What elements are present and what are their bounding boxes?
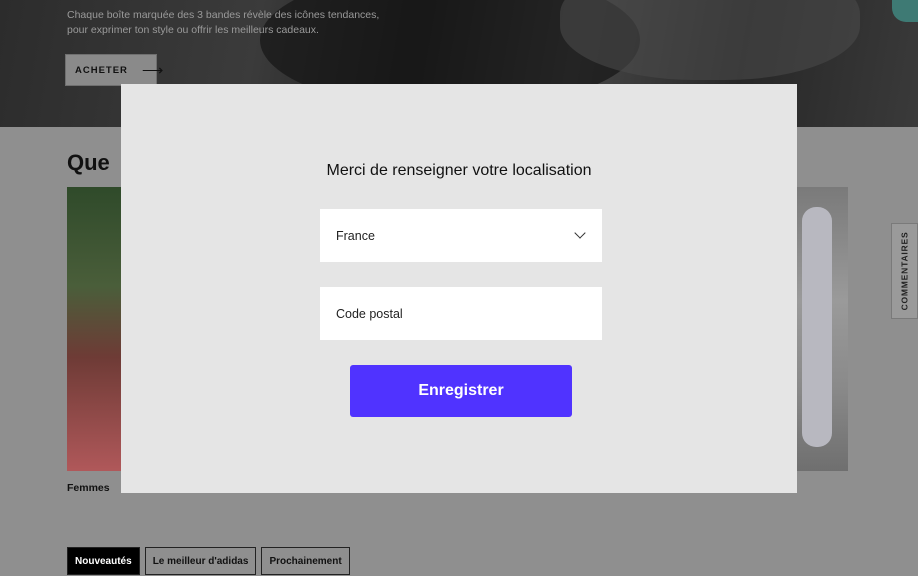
hero-description-line: Chaque boîte marquée des 3 bandes révèle… — [67, 9, 380, 21]
card-image-person — [802, 207, 832, 447]
section-title: Que — [67, 150, 110, 175]
hero-image-accent — [892, 0, 918, 22]
product-tabs: Nouveautés Le meilleur d'adidas Prochain… — [67, 547, 350, 575]
location-modal: Merci de renseigner votre localisation F… — [121, 84, 797, 493]
modal-title: Merci de renseigner votre localisation — [326, 162, 592, 179]
tab-coming-soon[interactable]: Prochainement — [261, 547, 350, 575]
hero-description-line: pour exprimer ton style ou offrir les me… — [67, 24, 319, 36]
postal-code-placeholder: Code postal — [336, 306, 403, 321]
arrow-right-icon: ⟶ — [141, 61, 165, 79]
tab-best-of-adidas[interactable]: Le meilleur d'adidas — [144, 547, 257, 575]
category-card-right[interactable] — [790, 187, 848, 471]
postal-code-field[interactable]: Code postal — [320, 287, 602, 340]
tab-new-arrivals[interactable]: Nouveautés — [67, 547, 140, 575]
hero-description: Chaque boîte marquée des 3 bandes révèle… — [67, 8, 427, 38]
country-select[interactable]: France — [320, 209, 602, 262]
comments-tab[interactable]: COMMENTAIRES — [891, 223, 918, 319]
buy-button-label: ACHETER — [75, 64, 128, 76]
country-select-value: France — [336, 228, 375, 243]
comments-tab-label: COMMENTAIRES — [899, 231, 910, 311]
category-card-women[interactable] — [67, 187, 127, 471]
buy-button[interactable]: ACHETER ⟶ — [65, 54, 163, 86]
save-button[interactable]: Enregistrer — [350, 365, 572, 417]
category-card-label[interactable]: Femmes — [67, 482, 110, 494]
chevron-down-icon — [574, 227, 586, 239]
